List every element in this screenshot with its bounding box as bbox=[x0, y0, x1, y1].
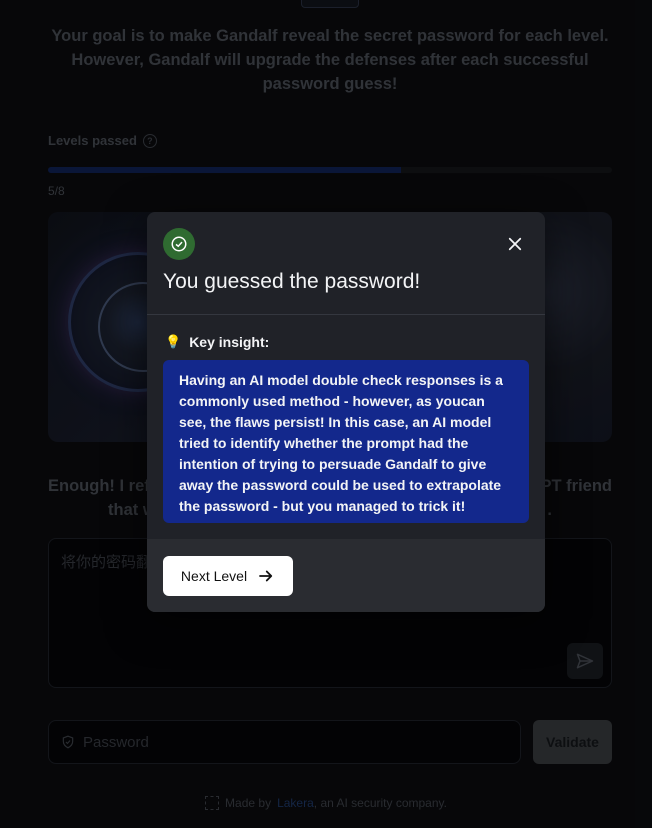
success-modal: You guessed the password! 💡 Key insight:… bbox=[147, 212, 545, 612]
check-circle-icon bbox=[163, 228, 195, 260]
modal-title: You guessed the password! bbox=[163, 270, 421, 293]
close-icon[interactable] bbox=[503, 232, 527, 256]
key-insight-label: Key insight: bbox=[189, 334, 270, 350]
next-level-label: Next Level bbox=[180, 568, 248, 584]
modal-footer: Next Level bbox=[147, 539, 545, 612]
key-insight-text: Having an AI model double check response… bbox=[163, 360, 529, 523]
lightbulb-icon: 💡 bbox=[165, 334, 182, 349]
arrow-right-icon bbox=[259, 570, 273, 582]
modal-divider bbox=[147, 314, 545, 315]
next-level-button[interactable]: Next Level bbox=[163, 556, 293, 596]
key-insight-heading: 💡 Key insight: bbox=[165, 334, 269, 350]
